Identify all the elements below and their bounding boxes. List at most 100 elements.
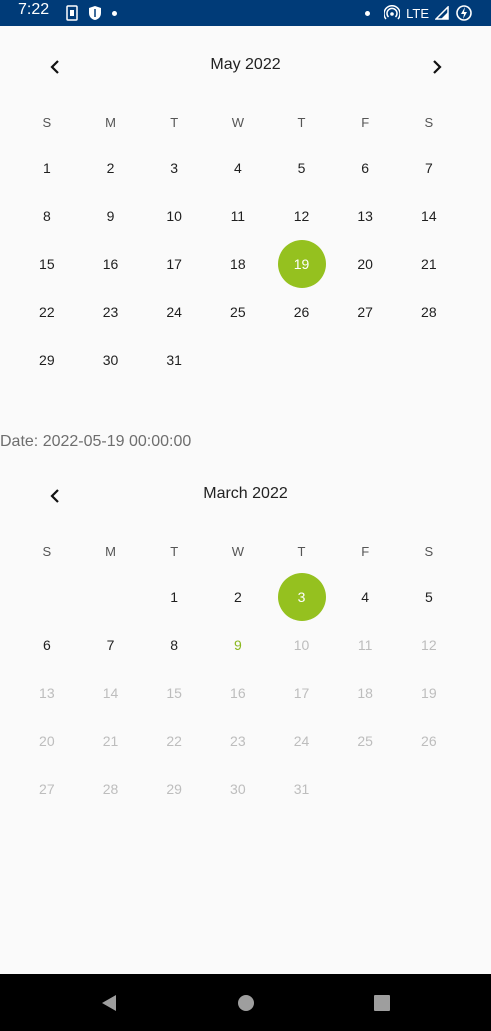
- day-cell[interactable]: 12: [278, 192, 326, 240]
- day-cell[interactable]: 11: [214, 192, 262, 240]
- day-cell[interactable]: 23: [87, 288, 135, 336]
- day-cell: 12: [421, 637, 437, 653]
- day-cell[interactable]: 20: [341, 240, 389, 288]
- calendar-march: March 2022 S M T W T F S 1 2 3 4 5 6 7 8 9 10 11 12 13 14 15 1…: [0, 481, 491, 797]
- weekday-label: M: [105, 114, 116, 130]
- day-cell[interactable]: 4: [341, 573, 389, 621]
- battery-charging-icon: [456, 5, 472, 21]
- weekday-label: M: [105, 543, 116, 559]
- day-cell: 20: [39, 733, 55, 749]
- day-cell: 30: [230, 781, 246, 797]
- selected-day-cell[interactable]: 3: [277, 573, 326, 621]
- weekday-label: S: [424, 543, 434, 559]
- day-cell: 23: [230, 733, 246, 749]
- status-time: 7:22: [18, 1, 50, 18]
- day-cell[interactable]: 10: [150, 192, 198, 240]
- status-right-icons: LTE: [365, 2, 473, 24]
- day-cell[interactable]: 7: [87, 621, 135, 669]
- day-cell[interactable]: 6: [23, 621, 71, 669]
- selected-day-cell[interactable]: 19: [277, 240, 326, 288]
- recents-icon[interactable]: [371, 992, 393, 1014]
- day-cell[interactable]: 4: [214, 144, 262, 192]
- day-cell: 25: [357, 733, 373, 749]
- day-cell: 21: [102, 733, 119, 749]
- day-cell: 15: [166, 685, 182, 701]
- status-left-icons: [66, 3, 117, 23]
- network-type: LTE: [406, 5, 429, 21]
- weekday-label: T: [170, 543, 179, 559]
- day-cell[interactable]: 22: [23, 288, 71, 336]
- day-cell: 28: [102, 781, 119, 797]
- day-cell[interactable]: 21: [405, 240, 453, 288]
- day-cell[interactable]: 25: [214, 288, 262, 336]
- day-cell[interactable]: 9: [214, 621, 262, 669]
- day-cell[interactable]: 31: [150, 336, 198, 384]
- selected-date-text: Date: 2022-05-19 00:00:00: [0, 433, 192, 450]
- day-cell[interactable]: 8: [23, 192, 71, 240]
- status-bar: 7:22 LTE: [0, 0, 491, 26]
- day-cell[interactable]: 8: [150, 621, 198, 669]
- day-cell[interactable]: 14: [405, 192, 453, 240]
- day-cell[interactable]: 16: [87, 240, 135, 288]
- day-cell: 13: [39, 685, 55, 701]
- signal-icon: [435, 6, 449, 20]
- day-cell[interactable]: 18: [214, 240, 262, 288]
- weekday-label: W: [231, 114, 244, 130]
- weekday-label: S: [42, 543, 52, 559]
- day-cell: 26: [421, 733, 437, 749]
- weekday-label: S: [42, 114, 52, 130]
- day-cell: 11: [357, 637, 373, 653]
- next-month-button[interactable]: [422, 52, 452, 82]
- notification-dot-icon: [365, 10, 371, 16]
- calendar-title: May 2022: [210, 56, 281, 73]
- calendar-header: May 2022: [0, 52, 491, 82]
- back-icon[interactable]: [98, 992, 120, 1014]
- shield-icon: [89, 6, 101, 20]
- day-cell[interactable]: 17: [150, 240, 198, 288]
- hotspot-icon: [384, 5, 401, 20]
- home-icon[interactable]: [235, 992, 257, 1014]
- weekday-label: T: [297, 114, 306, 130]
- day-cell: 22: [166, 733, 182, 749]
- day-cell[interactable]: 1: [150, 573, 198, 621]
- day-cell[interactable]: 1: [23, 144, 71, 192]
- weekday-label: F: [361, 543, 370, 559]
- day-cell: 19: [421, 685, 437, 701]
- notification-dot-icon: [112, 10, 117, 16]
- day-cell: 17: [293, 685, 310, 701]
- calendar-title: March 2022: [203, 485, 288, 502]
- day-cell: 18: [357, 685, 373, 701]
- weekday-label: S: [424, 114, 434, 130]
- weekday-label: F: [361, 114, 370, 130]
- system-nav-bar: [0, 974, 491, 1031]
- day-cell[interactable]: 29: [23, 336, 71, 384]
- day-cell[interactable]: 6: [341, 144, 389, 192]
- day-cell[interactable]: 9: [87, 192, 135, 240]
- day-cell[interactable]: 27: [341, 288, 389, 336]
- day-cell[interactable]: 30: [87, 336, 135, 384]
- day-cell: 29: [166, 781, 182, 797]
- weekday-label: T: [170, 114, 179, 130]
- day-cell: 31: [293, 781, 310, 797]
- day-cell[interactable]: 26: [278, 288, 326, 336]
- day-cell[interactable]: 28: [405, 288, 453, 336]
- day-cell: 14: [102, 685, 119, 701]
- chevron-right-icon: [433, 60, 442, 74]
- day-cell: 27: [39, 781, 55, 797]
- day-cell[interactable]: 13: [341, 192, 389, 240]
- weekday-label: T: [297, 543, 306, 559]
- day-cell[interactable]: 2: [87, 144, 135, 192]
- day-cell: 10: [293, 637, 310, 653]
- day-cell[interactable]: 5: [405, 573, 453, 621]
- day-cell: 16: [230, 685, 246, 701]
- day-cell[interactable]: 24: [150, 288, 198, 336]
- day-cell[interactable]: 15: [23, 240, 71, 288]
- day-cell[interactable]: 5: [278, 144, 326, 192]
- calendar-may: May 2022 S M T W T F S 1 2 3 4 5 6 7 8 9 10 11 12 13 14 15 16 1…: [0, 52, 491, 368]
- day-cell[interactable]: 7: [405, 144, 453, 192]
- weekday-label: W: [231, 543, 244, 559]
- sim-icon: [66, 5, 78, 21]
- day-cell[interactable]: 3: [150, 144, 198, 192]
- calendar-header: March 2022: [0, 481, 491, 511]
- day-cell[interactable]: 2: [214, 573, 262, 621]
